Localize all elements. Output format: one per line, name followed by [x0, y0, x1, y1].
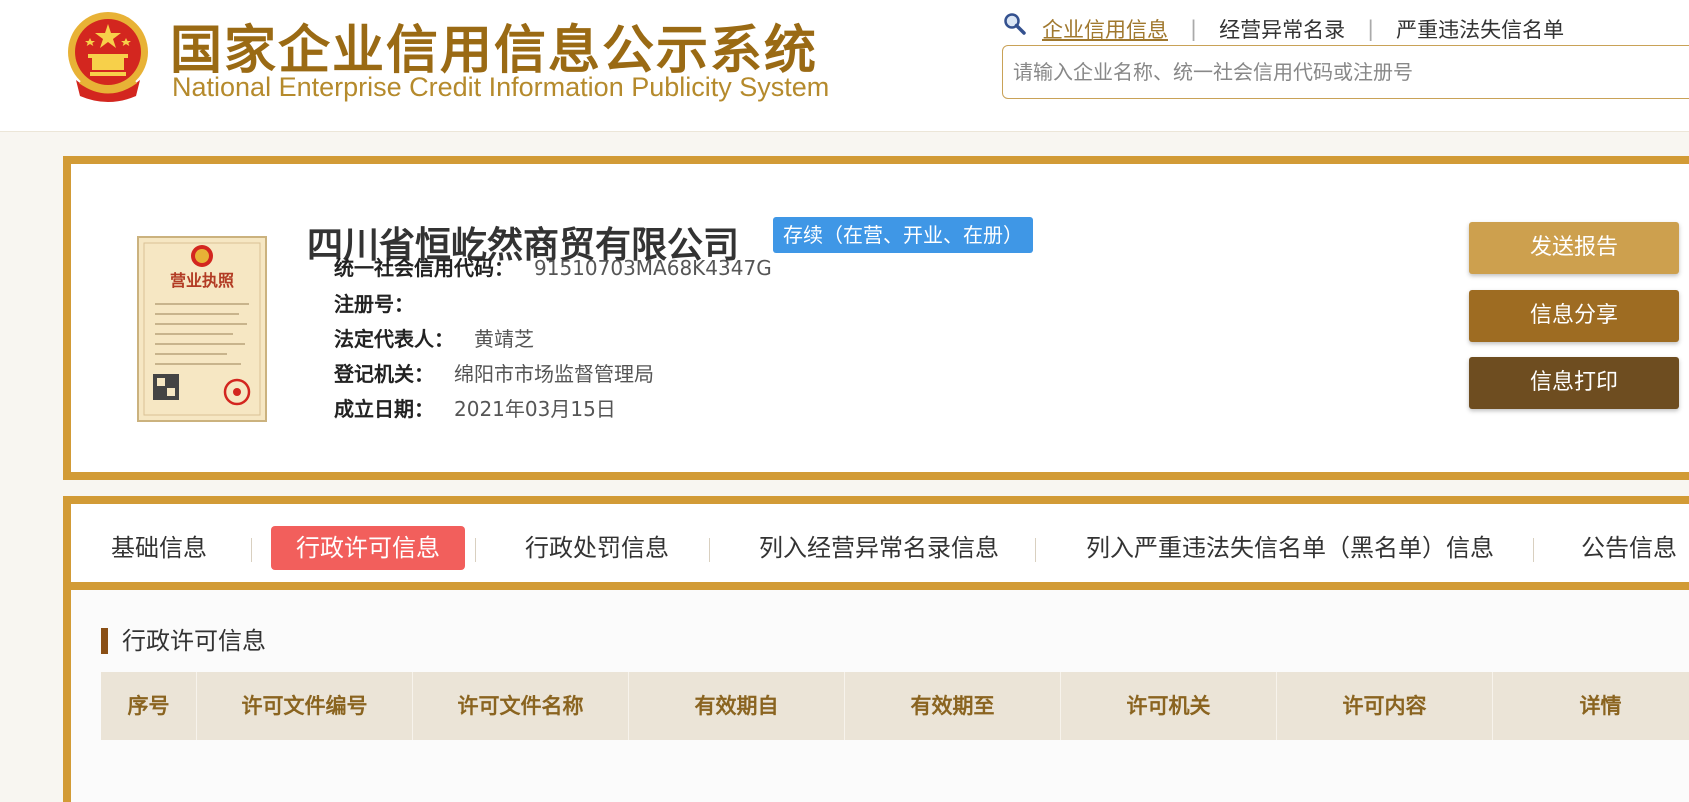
section-title: 行政许可信息: [101, 628, 266, 654]
nav-separator: |: [1190, 17, 1198, 41]
nav-link-enterprise-credit[interactable]: 企业信用信息: [1042, 14, 1168, 44]
info-label: 成立日期：: [334, 397, 434, 421]
info-row-legal-rep: 法定代表人： 黄靖芝: [334, 323, 534, 352]
tab-abnormal-list[interactable]: 列入经营异常名录信息: [759, 526, 999, 570]
tab-basic-info[interactable]: 基础信息: [111, 526, 207, 570]
info-row-authority: 登记机关： 绵阳市市场监督管理局: [334, 358, 654, 387]
info-label: 注册号：: [334, 292, 414, 316]
tab-blacklist[interactable]: 列入严重违法失信名单（黑名单）信息: [1086, 526, 1494, 570]
tab-separator: [1533, 538, 1534, 562]
info-value: 2021年03月15日: [454, 397, 616, 421]
search-box: [1002, 45, 1689, 99]
tab-separator: [709, 538, 710, 562]
national-emblem-icon: [68, 12, 148, 102]
info-label: 登记机关：: [334, 362, 434, 386]
info-label: 法定代表人：: [334, 327, 454, 351]
info-value: 91510703MA68K4347G: [534, 256, 772, 280]
info-label: 统一社会信用代码：: [334, 256, 514, 280]
tab-announcements[interactable]: 公告信息: [1581, 526, 1677, 570]
nav-link-dishonest-list[interactable]: 严重违法失信名单: [1396, 14, 1564, 44]
print-info-button[interactable]: 信息打印: [1469, 357, 1679, 409]
send-report-button[interactable]: 发送报告: [1469, 222, 1679, 274]
column-header: 序号: [101, 672, 197, 740]
status-badge: 存续（在营、开业、在册）: [773, 217, 1033, 253]
info-value: 黄靖芝: [474, 327, 534, 351]
column-header: 有效期自: [629, 672, 845, 740]
info-value: 绵阳市市场监督管理局: [454, 362, 654, 386]
info-row-established: 成立日期： 2021年03月15日: [334, 393, 616, 422]
column-header: 许可文件编号: [197, 672, 413, 740]
business-license-image: 营业执照: [137, 236, 267, 422]
search-input[interactable]: [1003, 46, 1689, 98]
site-header: 国家企业信用信息公示系统 National Enterprise Credit …: [0, 0, 1689, 132]
tabs-bar: 基础信息 行政许可信息 行政处罚信息 列入经营异常名录信息 列入严重违法失信名单…: [71, 504, 1689, 590]
info-row-reg-no: 注册号：: [334, 288, 434, 317]
column-header: 许可机关: [1061, 672, 1277, 740]
column-header: 有效期至: [845, 672, 1061, 740]
tab-separator: [475, 538, 476, 562]
nav-separator: |: [1367, 17, 1375, 41]
nav-link-abnormal-list[interactable]: 经营异常名录: [1219, 14, 1345, 44]
tab-admin-license[interactable]: 行政许可信息: [271, 526, 465, 570]
column-header: 许可文件名称: [413, 672, 629, 740]
tab-admin-penalty[interactable]: 行政处罚信息: [525, 526, 669, 570]
share-info-button[interactable]: 信息分享: [1469, 290, 1679, 342]
license-title: 营业执照: [170, 271, 234, 290]
column-header: 详情: [1493, 672, 1689, 740]
info-row-credit-code: 统一社会信用代码： 91510703MA68K4347G: [334, 252, 772, 281]
site-title-en: National Enterprise Credit Information P…: [172, 72, 830, 102]
tab-separator: [1035, 538, 1036, 562]
search-icon[interactable]: [1003, 12, 1027, 36]
company-card: 营业执照 四川省恒屹然商贸有限公司 存续（在营、开业、在册） 统一社会信用代码：…: [63, 156, 1689, 480]
column-header: 许可内容: [1277, 672, 1493, 740]
tab-separator: [251, 538, 252, 562]
license-table-header: 序号 许可文件编号 许可文件名称 有效期自 有效期至 许可机关 许可内容 详情: [101, 672, 1689, 740]
top-nav: 企业信用信息 | 经营异常名录 | 严重违法失信名单: [1042, 14, 1564, 44]
detail-panel: 基础信息 行政许可信息 行政处罚信息 列入经营异常名录信息 列入严重违法失信名单…: [63, 496, 1689, 802]
